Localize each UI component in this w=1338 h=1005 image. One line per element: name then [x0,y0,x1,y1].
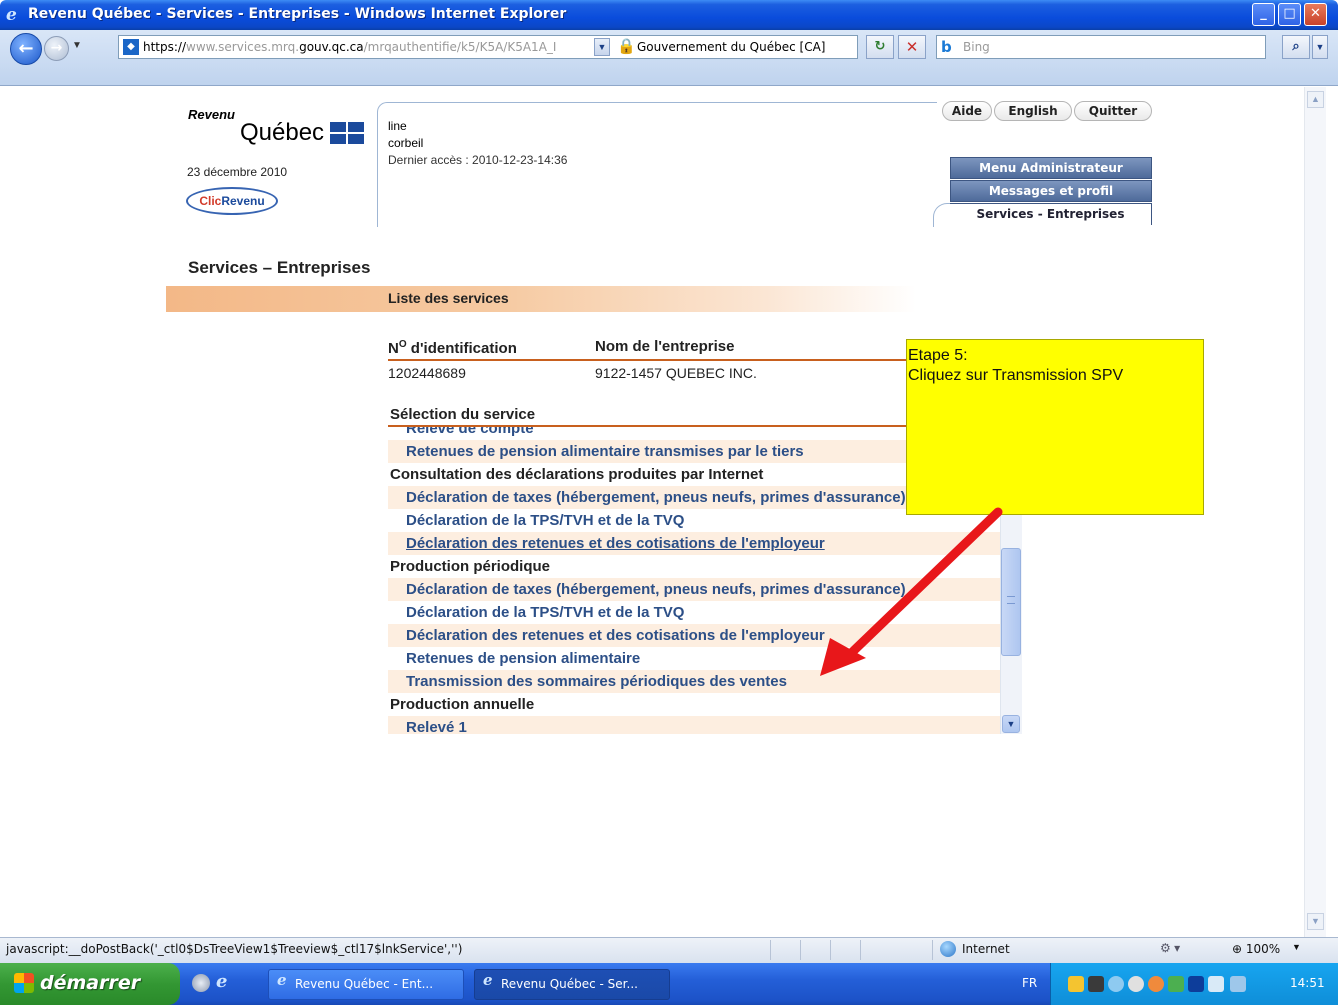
tree-scroll-down-icon[interactable]: ▼ [1002,715,1020,733]
bing-icon: b [941,38,952,56]
quebec-flag-icon [330,122,364,144]
logo-revenu-text: Revenu [188,107,235,122]
red-arrow-icon [820,507,1003,676]
window-title: Revenu Québec - Services - Entreprises -… [28,6,567,22]
help-link[interactable]: Aide [942,101,992,121]
quit-link[interactable]: Quitter [1074,101,1152,121]
url-domain: gouv.qc.ca [299,40,364,54]
section-label: Liste des services [388,290,509,306]
user-first-name: line [388,119,407,133]
refresh-button[interactable]: ↻ [866,35,894,59]
company-name-value: 9122-1457 QUEBEC INC. [595,365,757,381]
forward-button[interactable]: → [44,36,69,61]
search-button[interactable]: ⌕ [1282,35,1310,59]
search-placeholder: Bing [963,40,990,54]
url-path: /mrqauthentifie/k5/K5A/K5A1A_I [363,40,557,54]
search-options-button[interactable]: ▼ [1312,35,1328,59]
history-dropdown-icon[interactable]: ▼ [72,40,86,56]
tab-curve [933,203,951,227]
header-divider [388,359,908,361]
status-divider [860,940,861,960]
security-zone: Internet [962,942,1010,956]
certificate-label[interactable]: Gouvernement du Québec [CA] [637,40,825,54]
protected-mode-icon[interactable]: ⚙ ▾ [1160,941,1180,955]
zoom-dropdown-icon[interactable]: ▼ [1292,942,1301,952]
ie-window: e Revenu Québec - Services - Entreprises… [0,0,1338,1005]
quicklaunch-desktop-icon[interactable] [192,974,210,992]
address-dropdown-button[interactable]: ▼ [594,38,610,56]
user-last-name: corbeil [388,136,424,150]
search-field[interactable]: b Bing [936,35,1266,59]
back-button[interactable]: ← [10,33,42,65]
callout-step: Etape 5: [908,347,968,364]
id-column-header: NO d'identification [388,339,517,357]
taskbar-item[interactable]: e Revenu Québec - Ser... [474,969,670,1000]
tray-app-icon[interactable] [1208,976,1224,992]
tab-messages-profile[interactable]: Messages et profil [950,180,1152,202]
url-protocol: https:// [143,40,187,54]
zoom-level[interactable]: ⊕ 100% [1232,942,1280,956]
url-text[interactable]: https://www.services.mrq.gouv.qc.ca/mrqa… [143,40,613,54]
page-title: Services – Entreprises [188,258,371,277]
callout-instruction: Cliquez sur Transmission SPV [908,367,1124,384]
tray-app-icon[interactable] [1148,976,1164,992]
selection-heading: Sélection du service [390,406,536,423]
tree-service-link[interactable]: Relevé 1 [388,716,1000,734]
clicrevenu-logo: ClicRevenu [186,187,278,215]
windows-flag-icon [14,973,34,993]
tray-app-icon[interactable] [1088,976,1104,992]
scroll-up-icon[interactable]: ▲ [1307,91,1324,108]
status-divider [800,940,801,960]
tray-app-icon[interactable] [1108,976,1124,992]
lock-icon[interactable]: 🔒 [617,38,636,56]
language-indicator[interactable]: FR [1022,976,1037,990]
tray-network-icon[interactable] [1230,976,1246,992]
tray-media-icon[interactable] [1188,976,1204,992]
status-text: javascript:__doPostBack('_ctl0$DsTreeVie… [6,942,463,956]
address-field[interactable]: ◆ https://www.services.mrq.gouv.qc.ca/mr… [118,35,858,59]
minimize-button[interactable]: _ [1252,3,1275,26]
start-label: démarrer [40,972,141,994]
status-divider [770,940,771,960]
quicklaunch-ie-icon[interactable]: e [216,971,227,992]
logo-quebec-text: Québec [240,119,325,146]
section-bar [166,286,916,312]
ie-icon: e [277,971,287,989]
instruction-callout [906,339,1204,515]
tray-app-icon[interactable] [1168,976,1184,992]
id-value: 1202448689 [388,365,466,381]
stop-button[interactable]: ✕ [898,35,926,59]
tree-category[interactable]: Production annuelle [388,693,1000,716]
maximize-button[interactable]: □ [1278,3,1301,26]
last-access: Dernier accès : 2010-12-23-14:36 [388,153,568,167]
tray-app-icon[interactable] [1068,976,1084,992]
ie-icon: e [6,5,17,25]
clock: 14:51 [1290,976,1325,990]
ie-icon: e [483,971,493,989]
name-column-header: Nom de l'entreprise [595,338,735,355]
tray-app-icon[interactable] [1128,976,1144,992]
scroll-down-icon[interactable]: ▼ [1307,913,1324,930]
status-divider [932,940,933,960]
page-scrollbar[interactable]: ▲ ▼ [1304,87,1326,937]
tab-services-entreprises[interactable]: Services - Entreprises [950,203,1152,225]
internet-zone-icon [940,941,956,957]
taskbar-item[interactable]: e Revenu Québec - Ent... [268,969,464,1000]
current-date: 23 décembre 2010 [187,165,288,179]
tab-admin-menu[interactable]: Menu Administrateur [950,157,1152,179]
close-button[interactable]: ✕ [1304,3,1327,26]
site-favicon-icon: ◆ [123,39,139,55]
english-link[interactable]: English [994,101,1072,121]
status-divider [830,940,831,960]
url-prefix: www.services.mrq. [186,40,300,54]
